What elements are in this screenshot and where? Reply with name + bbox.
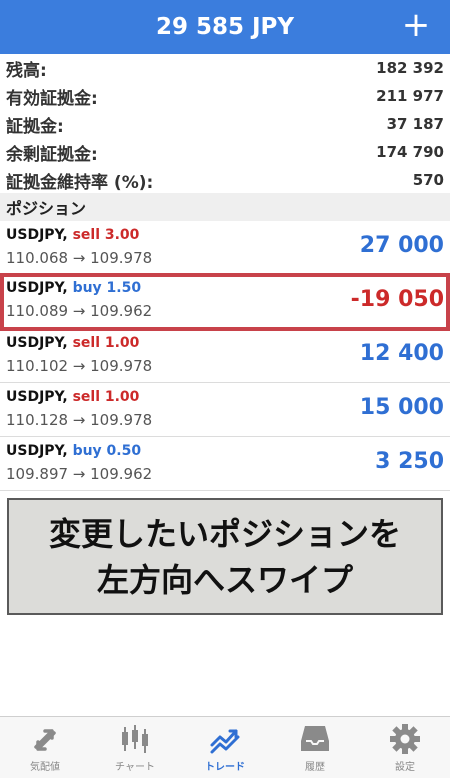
summary-label: 証拠金: [6,116,64,137]
position-symbol: USDJPY, [6,227,68,243]
position-row[interactable]: USDJPY, sell 1.00 110.102 → 109.978 12 4… [0,329,450,383]
summary-row-equity: 有効証拠金: 211 977 [0,82,450,110]
tab-label: 履歴 [305,762,325,773]
instruction-line-1: 変更したいポジションを [48,514,401,553]
summary-value: 211 977 [376,87,444,105]
tab-label: 気配値 [30,762,60,773]
tab-quotes[interactable]: 気配値 [0,717,90,778]
section-title: ポジション [6,199,87,218]
summary-value: 182 392 [376,59,444,77]
position-symbol: USDJPY, [6,443,68,459]
summary-row-margin-level: 証拠金維持率 (%): 570 [0,166,450,194]
instruction-callout: 変更したいポジションを 左方向へスワイプ [7,498,443,615]
position-symbol: USDJPY, [6,389,68,405]
tab-label: 設定 [395,762,415,773]
tab-label: チャート [115,762,155,773]
summary-label: 証拠金維持率 (%): [6,172,154,193]
position-side: sell 1.00 [72,389,140,405]
position-prices: 110.089 → 109.962 [6,302,153,320]
gear-icon [390,724,420,754]
tab-chart[interactable]: チャート [90,717,180,778]
position-prices: 110.068 → 109.978 [6,249,153,267]
tab-settings[interactable]: 設定 [360,717,450,778]
summary-value: 37 187 [386,115,444,133]
summary-value: 570 [412,171,444,189]
candles-icon [122,725,148,753]
trend-icon [210,729,240,754]
position-row[interactable]: USDJPY, sell 3.00 110.068 → 109.978 27 0… [0,221,450,275]
position-profit: -19 050 [350,287,444,312]
summary-value: 174 790 [376,143,444,161]
summary-row-free-margin: 余剰証拠金: 174 790 [0,138,450,166]
position-side: buy 0.50 [72,443,142,459]
summary-row-margin: 証拠金: 37 187 [0,110,450,138]
add-order-button[interactable]: + [400,8,432,44]
instruction-line-2: 左方向へスワイプ [96,560,353,599]
position-prices: 110.128 → 109.978 [6,411,153,429]
position-profit: 3 250 [375,449,444,474]
position-profit: 27 000 [359,233,444,258]
position-prices: 110.102 → 109.978 [6,357,153,375]
position-row[interactable]: USDJPY, sell 1.00 110.128 → 109.978 15 0… [0,383,450,437]
inbox-icon [301,726,329,751]
tab-label: トレード [205,762,245,773]
position-side: sell 1.00 [72,335,140,351]
arrows-icon [34,729,56,751]
position-symbol: USDJPY, [6,335,68,351]
account-summary: 残高: 182 392 有効証拠金: 211 977 証拠金: 37 187 余… [0,54,450,194]
positions-list: USDJPY, sell 3.00 110.068 → 109.978 27 0… [0,221,450,491]
summary-label: 有効証拠金: [6,88,98,109]
position-side: buy 1.50 [72,280,142,296]
position-row[interactable]: USDJPY, buy 0.50 109.897 → 109.962 3 250 [0,437,450,491]
positions-section-header: ポジション [0,193,450,221]
position-row-highlighted[interactable]: USDJPY, buy 1.50 110.089 → 109.962 -19 0… [0,273,450,331]
summary-label: 余剰証拠金: [6,144,98,165]
summary-row-balance: 残高: 182 392 [0,54,450,82]
position-profit: 12 400 [359,341,444,366]
position-profit: 15 000 [359,395,444,420]
position-prices: 109.897 → 109.962 [6,465,153,483]
position-side: sell 3.00 [72,227,140,243]
position-symbol: USDJPY, [6,280,68,296]
tab-trade[interactable]: トレード [180,717,270,778]
header-bar: 29 585 JPY + [0,0,450,54]
tab-history[interactable]: 履歴 [270,717,360,778]
bottom-tab-bar: 気配値 チャート トレード 履歴 設定 [0,716,450,778]
summary-label: 残高: [6,60,47,81]
balance-title: 29 585 JPY [155,14,295,40]
